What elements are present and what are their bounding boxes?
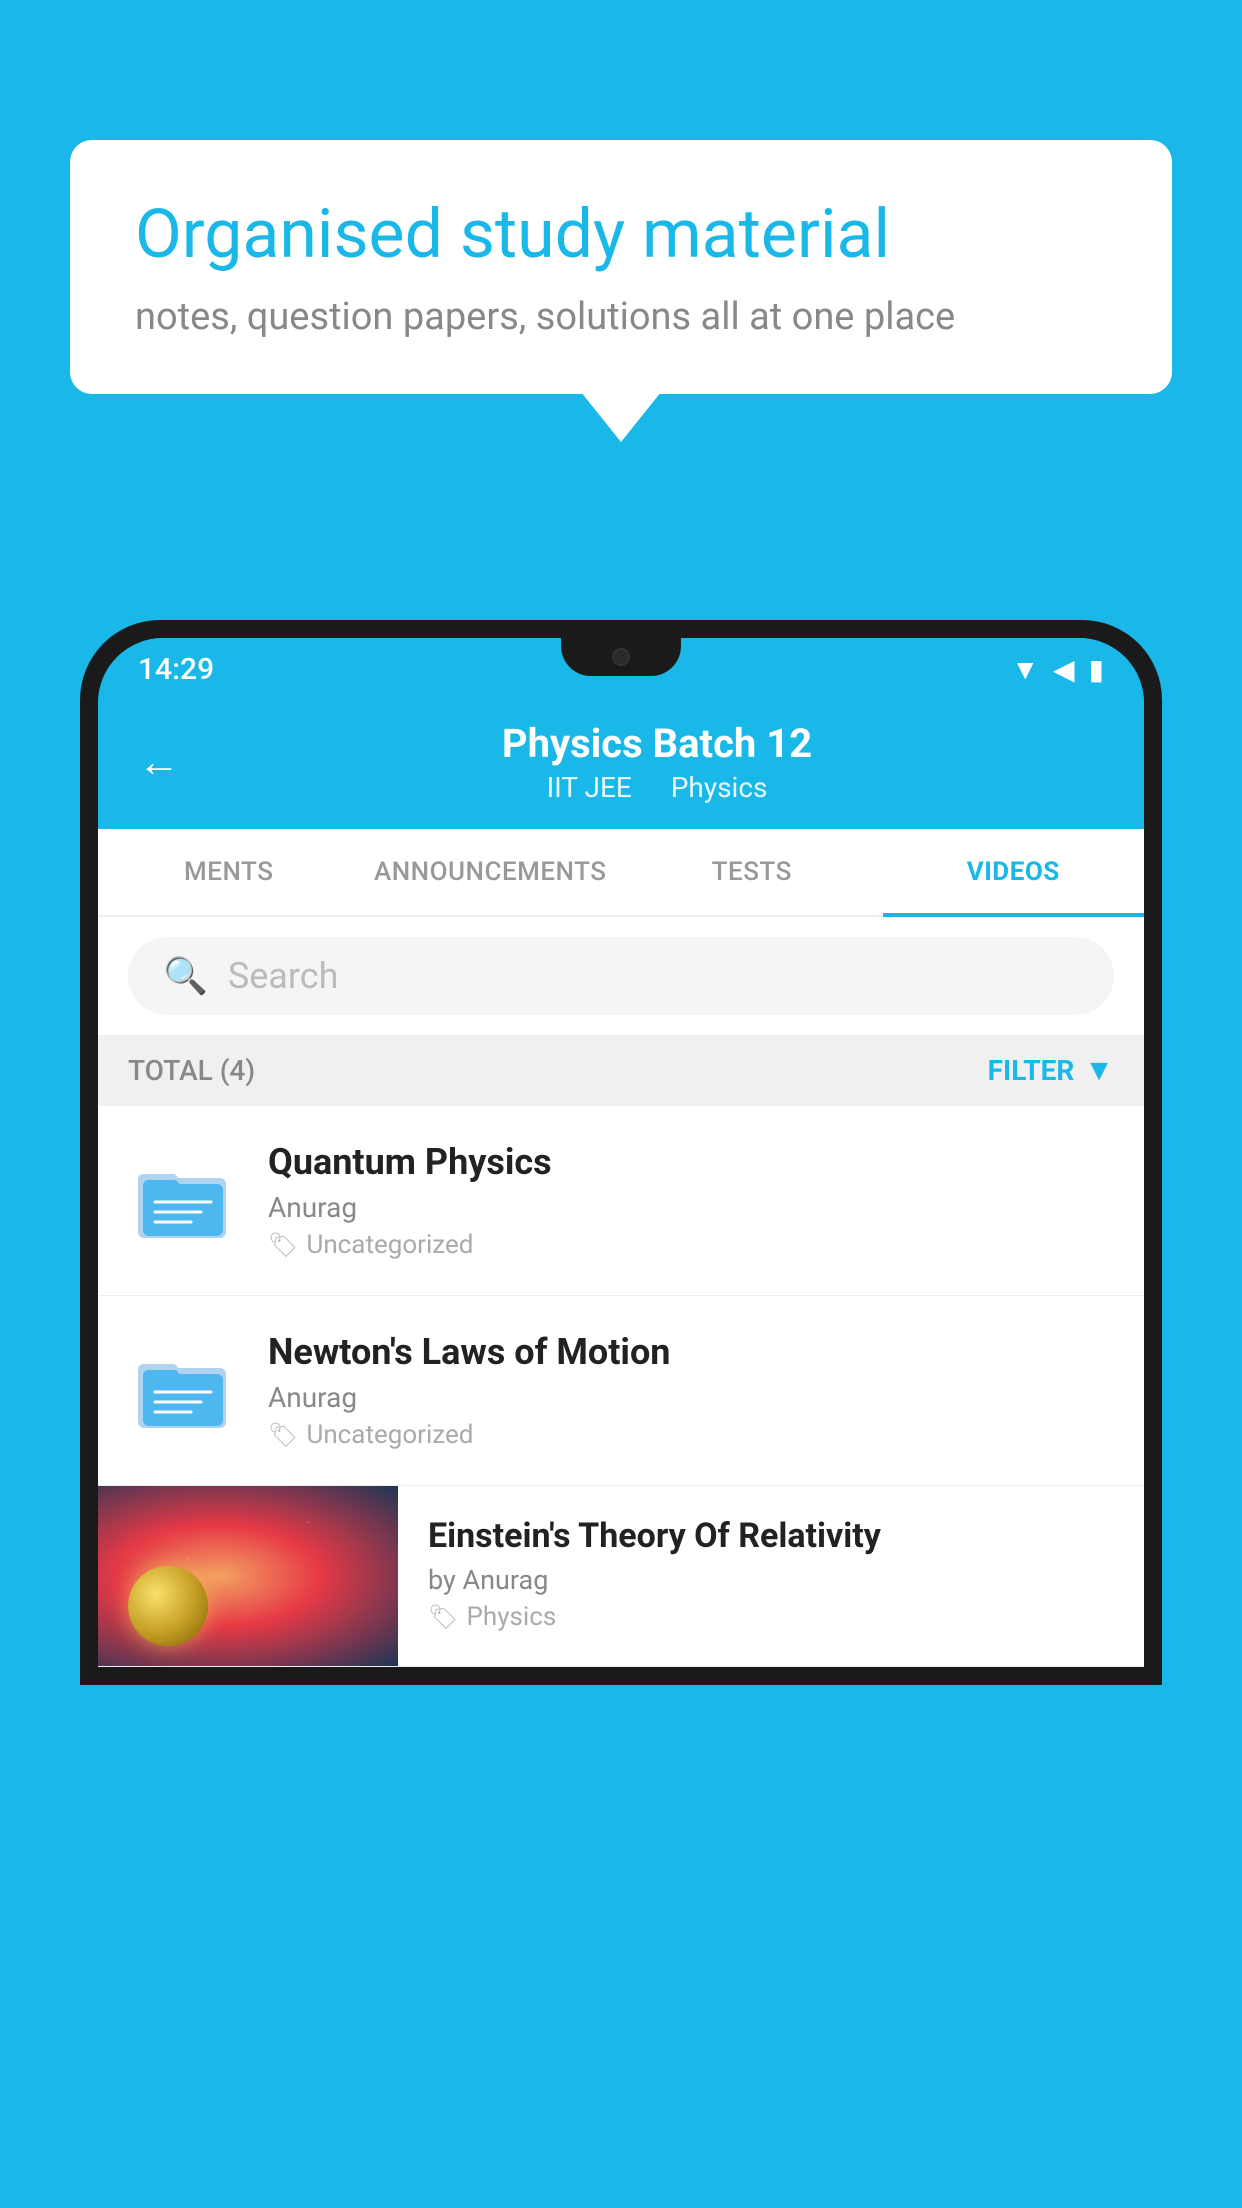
folder-icon <box>133 1346 233 1436</box>
tab-ments[interactable]: MENTS <box>98 829 360 915</box>
subtitle-physics: Physics <box>671 771 768 804</box>
video-author: Anurag <box>268 1381 1114 1414</box>
subtitle-iitjee: IIT JEE <box>547 771 632 804</box>
hero-subtitle: notes, question papers, solutions all at… <box>135 295 1107 339</box>
video-info: Einstein's Theory Of Relativity by Anura… <box>398 1486 1144 1662</box>
header-title-area: Physics Batch 12 IIT JEE Physics <box>210 720 1104 804</box>
tab-tests[interactable]: TESTS <box>621 829 883 915</box>
filter-button[interactable]: FILTER ▼ <box>988 1053 1114 1088</box>
search-placeholder: Search <box>228 955 339 997</box>
tag-label: Uncategorized <box>306 1420 473 1450</box>
signal-icon: ◀ <box>1053 653 1075 686</box>
list-item[interactable]: Quantum Physics Anurag 🏷 Uncategorized <box>98 1106 1144 1296</box>
camera-icon <box>612 648 630 666</box>
folder-thumbnail <box>128 1341 238 1441</box>
tag-icon: 🏷 <box>268 1231 298 1259</box>
search-icon: 🔍 <box>163 955 208 997</box>
tab-videos[interactable]: VIDEOS <box>883 829 1145 915</box>
tag-icon: 🏷 <box>428 1603 458 1631</box>
video-title: Newton's Laws of Motion <box>268 1331 1114 1373</box>
app-header: ← Physics Batch 12 IIT JEE Physics <box>98 700 1144 829</box>
wifi-icon: ▼ <box>1011 653 1039 686</box>
hero-title: Organised study material <box>135 195 1107 273</box>
batch-subtitle: IIT JEE Physics <box>210 771 1104 804</box>
tag-label: Physics <box>466 1602 556 1632</box>
video-tag: 🏷 Physics <box>428 1602 1114 1632</box>
phone-mockup: 14:29 ▼ ◀ ▮ ← Physics Batch 12 IIT JEE P… <box>80 620 1162 2208</box>
status-bar: 14:29 ▼ ◀ ▮ <box>98 638 1144 700</box>
folder-icon <box>133 1156 233 1246</box>
video-thumbnail <box>98 1486 398 1666</box>
total-count: TOTAL (4) <box>128 1054 255 1087</box>
video-list: Quantum Physics Anurag 🏷 Uncategorized <box>98 1106 1144 1667</box>
hero-section: Organised study material notes, question… <box>70 140 1172 394</box>
speech-bubble: Organised study material notes, question… <box>70 140 1172 394</box>
battery-icon: ▮ <box>1089 653 1104 686</box>
video-info: Newton's Laws of Motion Anurag 🏷 Uncateg… <box>268 1331 1114 1450</box>
phone-outer: 14:29 ▼ ◀ ▮ ← Physics Batch 12 IIT JEE P… <box>80 620 1162 1685</box>
phone-screen: 14:29 ▼ ◀ ▮ ← Physics Batch 12 IIT JEE P… <box>98 638 1144 1667</box>
folder-thumbnail <box>128 1151 238 1251</box>
list-item[interactable]: Newton's Laws of Motion Anurag 🏷 Uncateg… <box>98 1296 1144 1486</box>
notch <box>561 638 681 676</box>
video-author: by Anurag <box>428 1564 1114 1596</box>
video-title: Einstein's Theory Of Relativity <box>428 1516 1114 1556</box>
filter-icon: ▼ <box>1084 1053 1114 1088</box>
status-icons: ▼ ◀ ▮ <box>1011 653 1104 686</box>
tag-label: Uncategorized <box>306 1230 473 1260</box>
video-tag: 🏷 Uncategorized <box>268 1420 1114 1450</box>
search-bar[interactable]: 🔍 Search <box>128 937 1114 1015</box>
video-author: Anurag <box>268 1191 1114 1224</box>
tab-announcements[interactable]: ANNOUNCEMENTS <box>360 829 622 915</box>
tab-bar: MENTS ANNOUNCEMENTS TESTS VIDEOS <box>98 829 1144 917</box>
tag-icon: 🏷 <box>268 1421 298 1449</box>
planet-graphic <box>128 1566 208 1646</box>
video-info: Quantum Physics Anurag 🏷 Uncategorized <box>268 1141 1114 1260</box>
video-title: Quantum Physics <box>268 1141 1114 1183</box>
video-tag: 🏷 Uncategorized <box>268 1230 1114 1260</box>
filter-label: FILTER <box>988 1054 1075 1087</box>
list-item[interactable]: Einstein's Theory Of Relativity by Anura… <box>98 1486 1144 1667</box>
batch-title: Physics Batch 12 <box>210 720 1104 767</box>
search-container: 🔍 Search <box>98 917 1144 1035</box>
status-time: 14:29 <box>138 652 214 687</box>
back-button[interactable]: ← <box>138 738 180 787</box>
filter-bar: TOTAL (4) FILTER ▼ <box>98 1035 1144 1106</box>
